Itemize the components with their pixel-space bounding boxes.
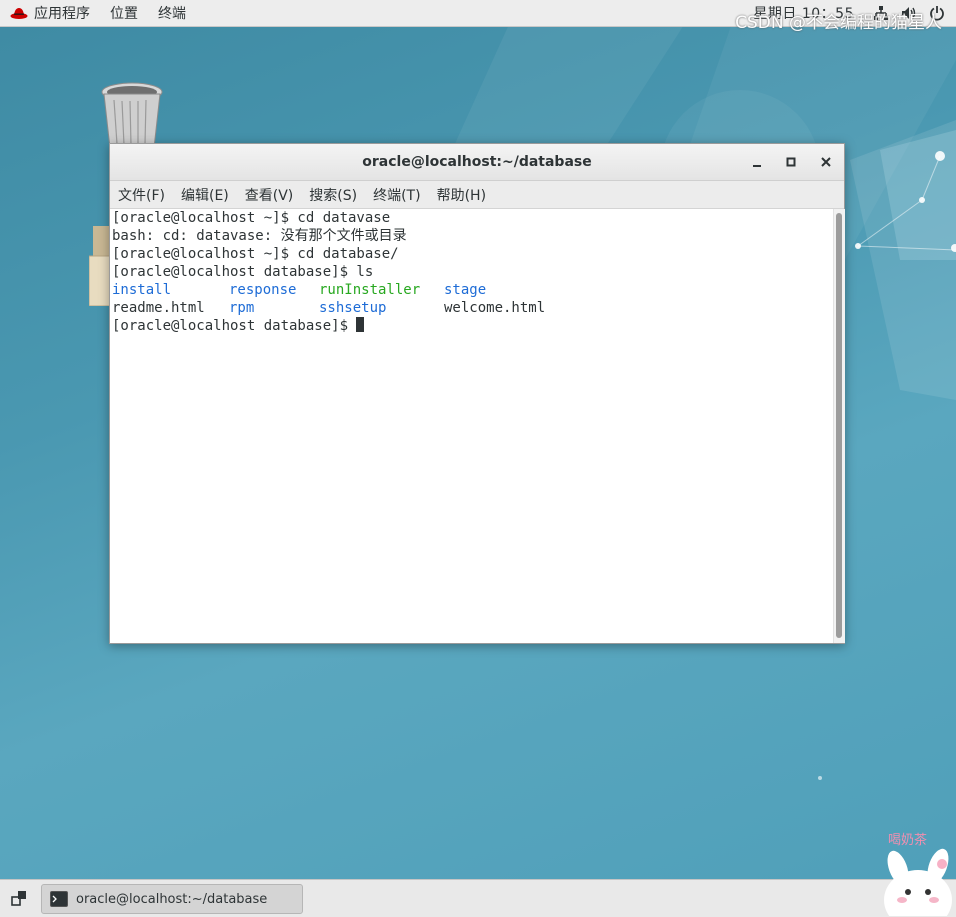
terminal-line: [oracle@localhost database]$ ls [112, 264, 374, 280]
menu-help[interactable]: 帮助(H) [429, 185, 494, 205]
maximize-button[interactable] [780, 152, 802, 172]
close-button[interactable] [815, 152, 837, 172]
terminal-line: [oracle@localhost ~]$ cd database/ [112, 246, 399, 262]
terminal-output[interactable]: [oracle@localhost ~]$ cd datavase bash: c… [110, 209, 832, 643]
minimize-button[interactable] [746, 152, 768, 172]
mascot-caption: 喝奶茶 [888, 832, 927, 848]
maximize-icon [786, 157, 796, 167]
ls-row: readme.html rpm sshsetup welcome.html [112, 299, 832, 317]
show-desktop-button[interactable] [6, 886, 32, 910]
applications-menu[interactable]: 应用程序 [0, 0, 100, 26]
terminal-prompt: [oracle@localhost database]$ [112, 318, 357, 334]
places-menu-label: 位置 [110, 6, 138, 22]
ls-entry-dir: install [112, 282, 172, 298]
ls-entry-dir: sshsetup [319, 300, 387, 316]
terminal-app-menu-label: 终端 [158, 6, 186, 22]
ls-row: install response runInstaller stage [112, 281, 832, 299]
taskbar-item-terminal[interactable]: oracle@localhost:~/database [41, 884, 303, 914]
menu-file[interactable]: 文件(F) [110, 185, 173, 205]
ls-entry-exec: runInstaller [319, 282, 421, 298]
minimize-icon [753, 165, 761, 167]
show-desktop-icon [11, 891, 26, 906]
ls-entry-file: readme.html [112, 300, 205, 316]
terminal-prompt-line: [oracle@localhost database]$ [112, 317, 832, 335]
watermark: CSDN @不会编程的猫星人 [735, 13, 942, 33]
menu-edit[interactable]: 编辑(E) [173, 185, 237, 205]
trash-icon[interactable] [98, 80, 166, 150]
menu-terminal[interactable]: 终端(T) [365, 185, 428, 205]
ls-entry-dir: response [229, 282, 297, 298]
bottom-panel: oracle@localhost:~/database [0, 879, 956, 917]
ls-entry-file: welcome.html [444, 300, 546, 316]
taskbar-item-label: oracle@localhost:~/database [76, 891, 268, 907]
terminal-window: oracle@localhost:~/database 文件(F) 编辑(E) … [109, 143, 845, 644]
menu-search[interactable]: 搜索(S) [301, 185, 365, 205]
terminal-line: bash: cd: datavase: 没有那个文件或目录 [112, 228, 407, 244]
terminal-line: [oracle@localhost ~]$ cd datavase [112, 210, 391, 226]
terminal-menubar: 文件(F) 编辑(E) 查看(V) 搜索(S) 终端(T) 帮助(H) [110, 181, 844, 209]
window-title: oracle@localhost:~/database [362, 154, 592, 170]
close-icon [821, 157, 831, 167]
text-cursor [356, 317, 365, 332]
applications-menu-label: 应用程序 [34, 6, 90, 22]
scrollbar-thumb[interactable] [836, 213, 842, 638]
terminal-app-menu[interactable]: 终端 [148, 0, 196, 26]
menu-view[interactable]: 查看(V) [237, 185, 302, 205]
home-folder-icon[interactable] [89, 226, 111, 306]
places-menu[interactable]: 位置 [100, 0, 148, 26]
ls-entry-dir: stage [444, 282, 487, 298]
ls-entry-dir: rpm [229, 300, 255, 316]
window-titlebar[interactable]: oracle@localhost:~/database [110, 144, 844, 181]
terminal-icon [50, 891, 68, 907]
mascot-sticker-icon: 喝奶茶 [884, 832, 952, 916]
redhat-logo-icon [10, 8, 28, 19]
terminal-scrollbar[interactable] [833, 209, 845, 643]
